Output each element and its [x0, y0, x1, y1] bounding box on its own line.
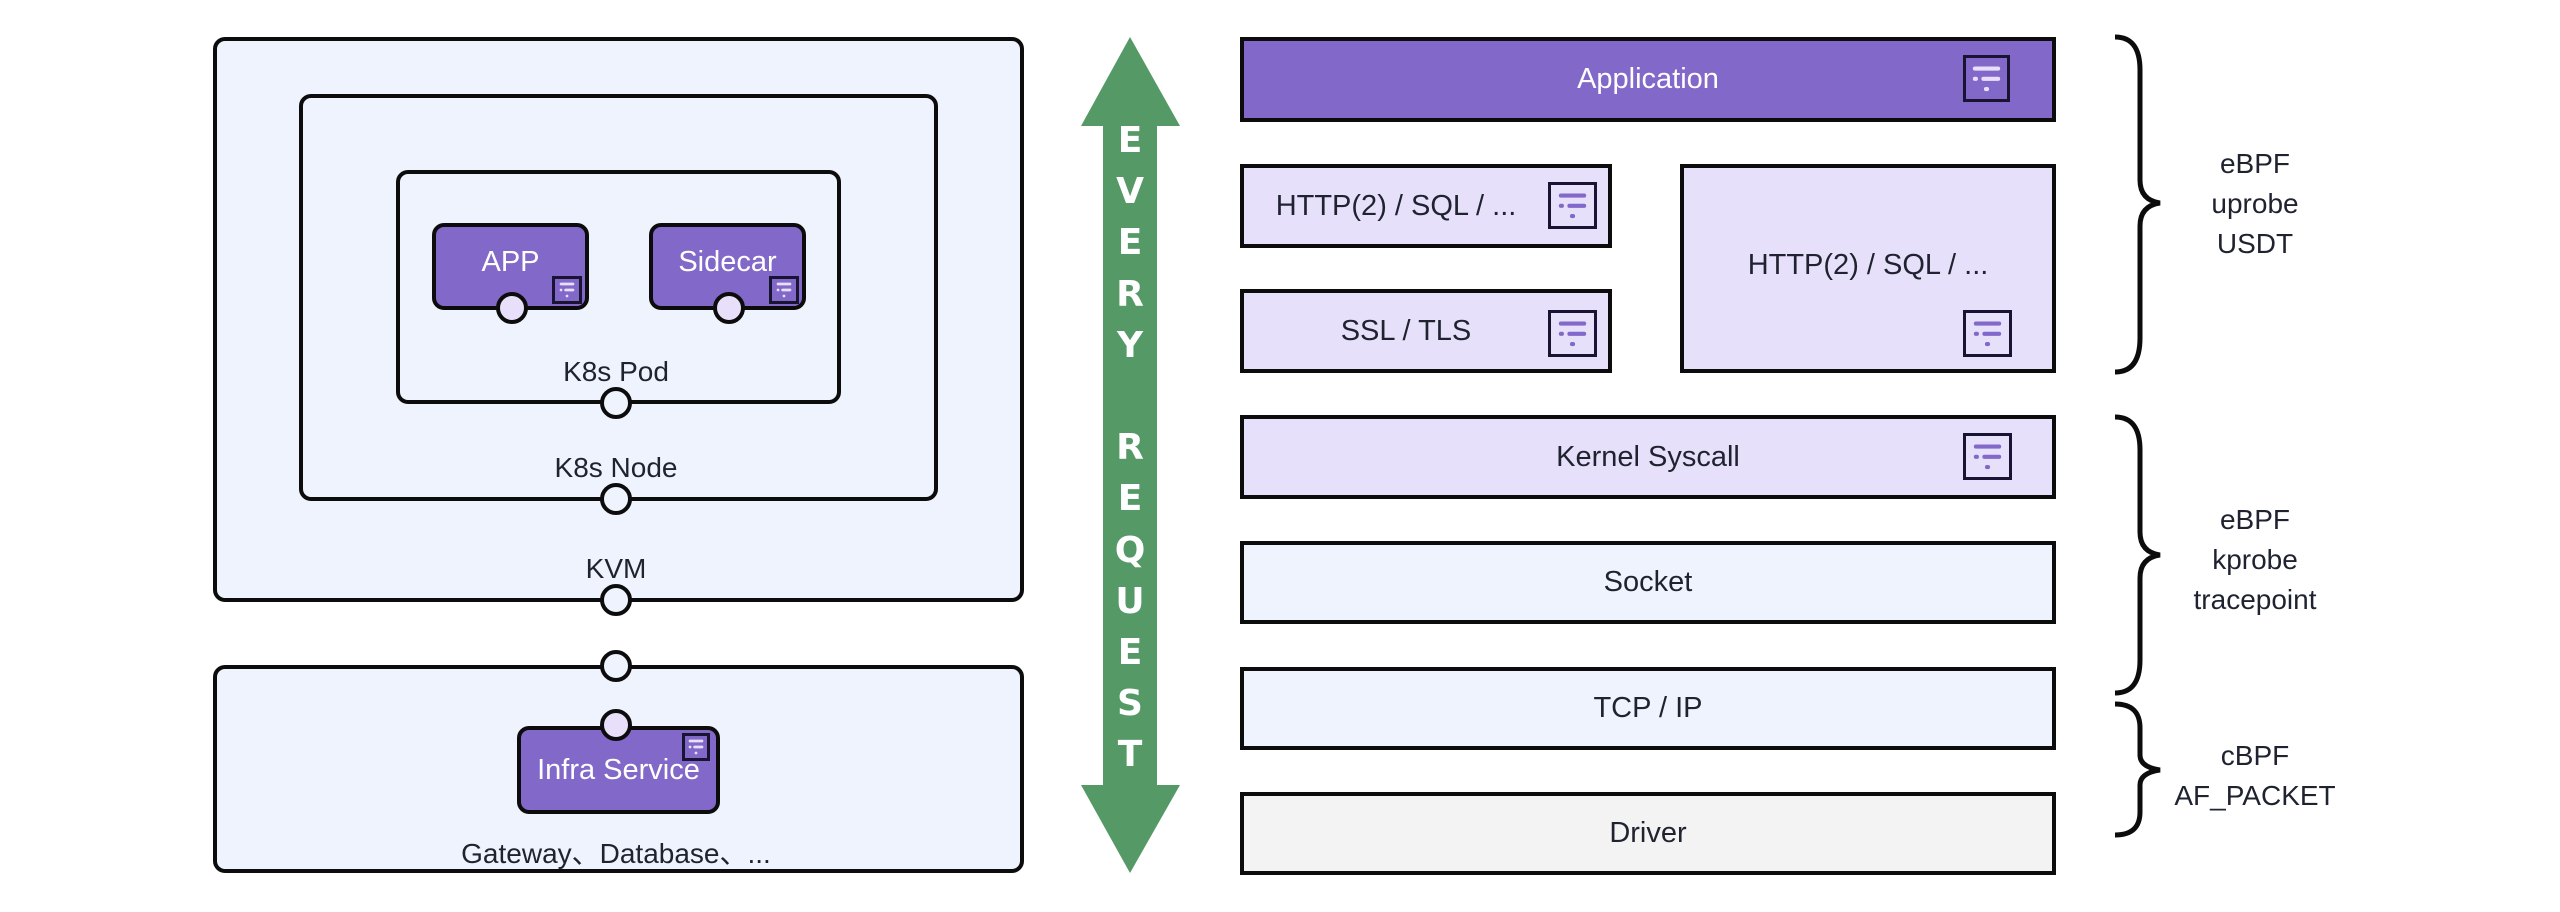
probe-doc-icon — [1548, 182, 1597, 229]
arrow-letter: E — [1117, 120, 1143, 161]
layer-tcp-label: TCP / IP — [1593, 692, 1703, 724]
layer-ssl-label: SSL / TLS — [1340, 314, 1472, 347]
probe-doc-icon — [552, 276, 582, 304]
layer-socket-label: Socket — [1603, 566, 1693, 598]
infra-caption: Gateway、Database、... — [461, 838, 771, 869]
probe-doc-icon — [1548, 310, 1597, 357]
infra-service-label: Infra Service — [537, 753, 700, 786]
sidecar-label: Sidecar — [678, 246, 777, 278]
sidecar-port[interactable] — [713, 292, 745, 324]
probe-doc-icon — [1963, 433, 2012, 480]
layer-tcp-ip[interactable]: TCP / IP — [1240, 667, 2056, 750]
app-port[interactable] — [496, 292, 528, 324]
app-label: APP — [481, 246, 540, 278]
kvm-port[interactable] — [600, 584, 632, 616]
layer-kernel-syscall[interactable]: Kernel Syscall — [1240, 415, 2056, 499]
layer-kernel-label: Kernel Syscall — [1556, 440, 1740, 473]
layer-application[interactable]: Application — [1240, 37, 2056, 122]
k8s-pod-port[interactable] — [600, 387, 632, 419]
probe-doc-icon — [1963, 55, 2010, 102]
layer-http-small-label: HTTP(2) / SQL / ... — [1275, 189, 1517, 222]
brace-label-uprobe: eBPF uprobe USDT — [2160, 144, 2350, 264]
brace-cbpf — [2114, 701, 2161, 838]
brace-kprobe — [2114, 414, 2161, 696]
brace-line: USDT — [2216, 228, 2294, 259]
arrow-letter: Q — [1114, 529, 1146, 571]
layer-driver-label: Driver — [1609, 817, 1687, 849]
k8s-pod-label: K8s Pod — [563, 356, 669, 387]
probe-doc-icon — [1963, 310, 2012, 357]
brace-line: cBPF — [2220, 740, 2290, 771]
brace-line: tracepoint — [2193, 584, 2317, 615]
probe-doc-icon — [769, 276, 799, 304]
arrow-letter: R — [1116, 427, 1144, 469]
k8s-node-label: K8s Node — [554, 452, 678, 483]
brace-line: kprobe — [2212, 544, 2298, 575]
arrow-letter: T — [1117, 734, 1143, 776]
arrow-letter: R — [1116, 273, 1144, 315]
brace-line: eBPF — [2219, 148, 2291, 179]
infra-frame-port[interactable] — [600, 650, 632, 682]
brace-line: uprobe — [2211, 188, 2299, 219]
brace-label-kprobe: eBPF kprobe tracepoint — [2160, 500, 2350, 620]
brace-line: AF_PACKET — [2174, 780, 2336, 811]
layer-socket[interactable]: Socket — [1240, 541, 2056, 624]
kvm-label: KVM — [585, 553, 647, 584]
k8s-node-port[interactable] — [600, 483, 632, 515]
arrow-letter: E — [1117, 222, 1143, 264]
arrow-letter: Y — [1116, 324, 1144, 366]
arrow-letter: V — [1116, 171, 1144, 213]
probe-doc-icon — [682, 733, 710, 761]
layer-application-label: Application — [1577, 63, 1719, 95]
arrow-letter: U — [1115, 580, 1145, 622]
brace-line: eBPF — [2219, 504, 2291, 535]
brace-uprobe — [2114, 34, 2161, 375]
infra-service-port[interactable] — [600, 709, 632, 741]
brace-label-cbpf: cBPF AF_PACKET — [2160, 736, 2350, 816]
layer-http-big-label: HTTP(2) / SQL / ... — [1747, 249, 1989, 281]
arrow-letter: E — [1117, 632, 1143, 673]
arrow-letter: E — [1117, 478, 1143, 520]
layer-driver[interactable]: Driver — [1240, 792, 2056, 875]
arrow-letter: S — [1117, 683, 1143, 725]
